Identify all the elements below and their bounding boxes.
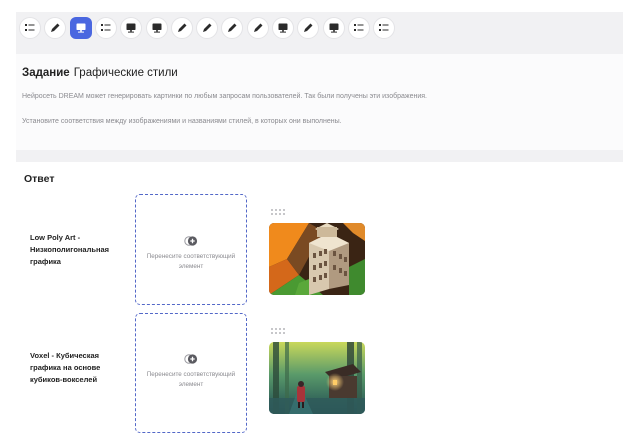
drag-add-icon xyxy=(184,236,198,246)
toolbar-button-11[interactable] xyxy=(272,17,294,39)
drop-zone-hint: Перенесите соответствующий элемент xyxy=(146,371,236,388)
drag-handle-icon[interactable] xyxy=(271,209,287,215)
list-icon xyxy=(378,22,390,34)
pen-icon xyxy=(252,22,264,34)
drag-handle-icon[interactable] xyxy=(271,328,287,334)
toolbar-button-10[interactable] xyxy=(246,17,269,39)
drop-zone-1[interactable]: Перенесите соответствующий элемент xyxy=(135,194,247,305)
toolbar-button-15[interactable] xyxy=(373,17,396,39)
pen-icon xyxy=(49,22,61,34)
pen-icon xyxy=(201,22,213,34)
task-description: Нейросеть DREAM может генерировать карти… xyxy=(22,93,427,100)
drop-zone-2[interactable]: Перенесите соответствующий элемент xyxy=(135,313,247,433)
monitor-icon xyxy=(277,22,289,34)
task-heading: Задание Графические стили xyxy=(22,67,178,79)
monitor-icon xyxy=(328,22,340,34)
monitor-icon xyxy=(75,22,87,34)
pen-icon xyxy=(176,22,188,34)
isometric-voxel-building-image[interactable] xyxy=(269,223,365,295)
toolbar-button-1[interactable] xyxy=(19,17,41,39)
pen-icon xyxy=(302,22,314,34)
toolbar-button-8[interactable] xyxy=(196,17,219,39)
toolbar-button-12[interactable] xyxy=(297,17,320,39)
list-icon xyxy=(353,22,365,34)
toolbar-button-4[interactable] xyxy=(94,17,117,39)
pen-icon xyxy=(226,22,238,34)
drag-add-icon xyxy=(184,354,198,364)
toolbar-button-3[interactable] xyxy=(69,17,92,39)
list-icon xyxy=(24,22,36,34)
task-block: Задание Графические стили Нейросеть DREAM… xyxy=(16,54,623,150)
toolbar-button-14[interactable] xyxy=(347,17,370,39)
list-icon xyxy=(100,22,112,34)
task-toolbar xyxy=(16,12,623,54)
monitor-icon xyxy=(125,22,137,34)
task-label: Задание xyxy=(22,67,70,79)
section-divider xyxy=(16,150,623,162)
drop-zone-hint: Перенесите соответствующий элемент xyxy=(146,253,236,270)
forest-lantern-figure-image[interactable] xyxy=(269,342,365,414)
toolbar-button-2[interactable] xyxy=(44,17,67,39)
style-name-low-poly: Low Poly Art - Низкополигональная график… xyxy=(30,233,110,266)
toolbar-button-6[interactable] xyxy=(145,17,168,39)
style-name-voxel: Voxel - Кубическая графика на основе куб… xyxy=(30,351,101,384)
answer-heading: Ответ xyxy=(24,173,55,185)
monitor-icon xyxy=(151,22,163,34)
toolbar-button-5[interactable] xyxy=(120,17,143,39)
task-instruction: Установите соответствия между изображени… xyxy=(22,118,342,125)
toolbar-button-13[interactable] xyxy=(322,17,345,39)
toolbar-button-7[interactable] xyxy=(170,17,193,39)
toolbar-button-9[interactable] xyxy=(221,17,244,39)
task-title: Графические стили xyxy=(73,67,178,79)
